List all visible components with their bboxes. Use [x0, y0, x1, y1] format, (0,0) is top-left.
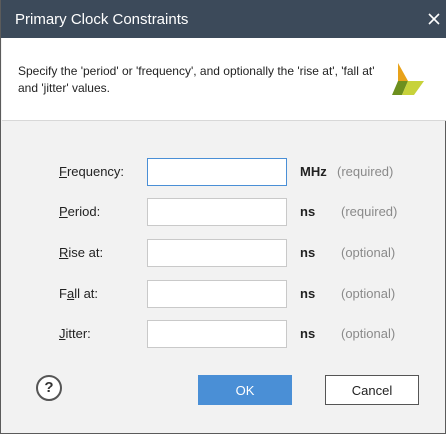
frequency-hint: (required)	[337, 164, 394, 179]
frequency-unit: MHz	[300, 164, 327, 179]
cancel-button[interactable]: Cancel	[325, 375, 419, 405]
period-label: Period:	[59, 204, 101, 219]
rise-at-hint: (optional)	[341, 245, 396, 260]
xilinx-logo-icon	[392, 63, 424, 95]
jitter-input[interactable]	[147, 320, 287, 348]
frequency-row: Frequency: MHz (required)	[1, 158, 446, 186]
fall-at-hint: (optional)	[341, 286, 396, 301]
close-icon[interactable]	[425, 10, 443, 28]
rise-at-label: Rise at:	[59, 245, 104, 260]
help-button[interactable]: ?	[36, 375, 62, 401]
period-hint: (required)	[341, 204, 398, 219]
header-description: Specify the 'period' or 'frequency', and…	[18, 64, 375, 95]
primary-clock-constraints-dialog: Primary Clock Constraints Specify the 'p…	[0, 0, 446, 434]
ok-button[interactable]: OK	[198, 375, 292, 405]
frequency-input[interactable]	[147, 158, 287, 186]
period-row: Period: ns (required)	[1, 198, 446, 226]
header-panel: Specify the 'period' or 'frequency', and…	[2, 38, 446, 121]
fall-at-input[interactable]	[147, 280, 287, 308]
rise-at-row: Rise at: ns (optional)	[1, 239, 446, 267]
fall-at-row: Fall at: ns (optional)	[1, 280, 446, 308]
jitter-unit: ns	[300, 326, 316, 341]
jitter-row: Jitter: ns (optional)	[1, 320, 446, 348]
period-input[interactable]	[147, 198, 287, 226]
jitter-hint: (optional)	[341, 326, 396, 341]
rise-at-input[interactable]	[147, 239, 287, 267]
frequency-label: Frequency:	[59, 164, 125, 179]
period-unit: ns	[300, 204, 316, 219]
rise-at-unit: ns	[300, 245, 316, 260]
title-bar[interactable]: Primary Clock Constraints	[1, 0, 446, 38]
fall-at-label: Fall at:	[59, 286, 99, 301]
dialog-title: Primary Clock Constraints	[15, 11, 189, 28]
jitter-label: Jitter:	[59, 326, 91, 341]
help-icon: ?	[44, 379, 54, 396]
fall-at-unit: ns	[300, 286, 316, 301]
